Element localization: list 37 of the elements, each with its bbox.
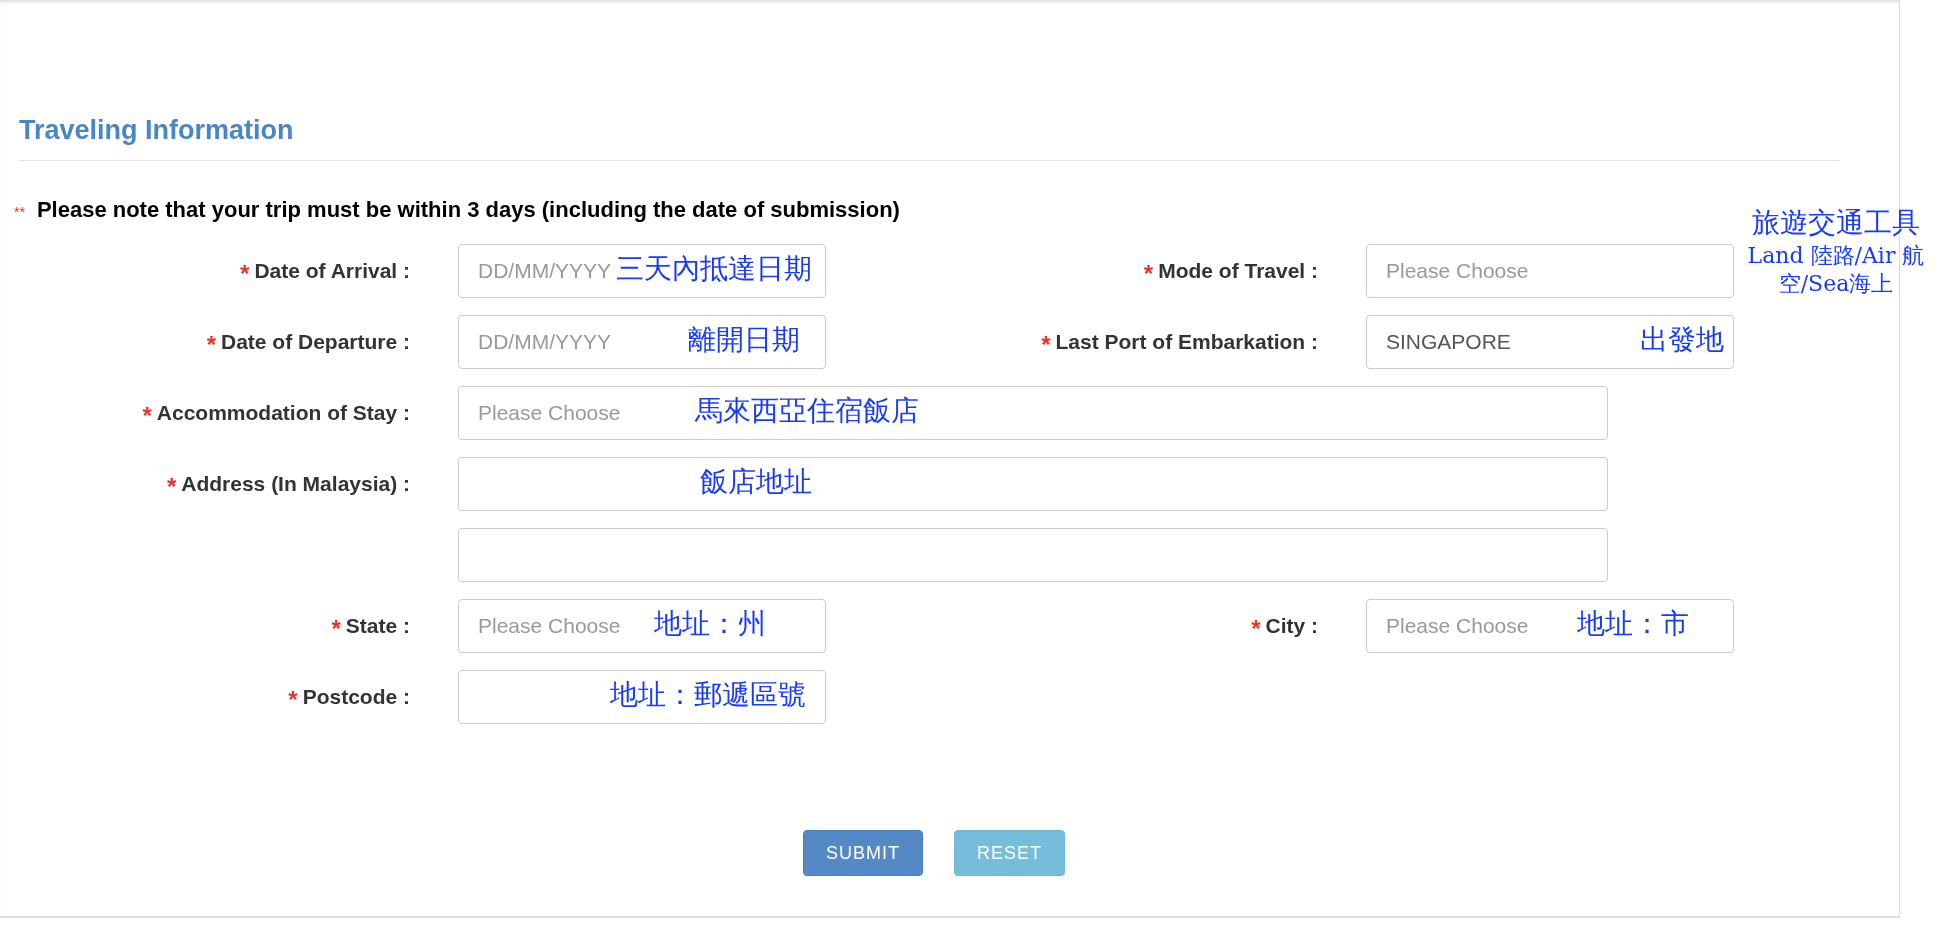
field-label: Date of Arrival : (254, 259, 410, 283)
field-label: City : (1265, 614, 1318, 638)
field-label: State : (345, 614, 410, 638)
field-label: Address (In Malaysia) : (181, 472, 410, 496)
required-marker: * (142, 401, 152, 428)
annotation-text: 離開日期 (688, 322, 800, 358)
section-title: Traveling Information (19, 114, 295, 147)
required-marker: * (1251, 614, 1261, 641)
field-label: Accommodation of Stay : (156, 401, 410, 425)
annotation-text: 馬來西亞住宿飯店 (695, 393, 919, 429)
input-field[interactable] (458, 670, 826, 724)
required-marker: * (288, 685, 298, 712)
annotation-text: 出發地 (1640, 322, 1724, 358)
input-field[interactable]: Please Choose (1366, 244, 1734, 298)
annotation-text: 地址：州 (654, 606, 766, 642)
annotation-text: 三天內抵達日期 (616, 251, 812, 287)
submit-button[interactable]: SUBMIT (803, 830, 923, 876)
required-marker: * (240, 259, 250, 286)
required-marker: * (206, 330, 216, 357)
field-label: Date of Departure : (220, 330, 410, 354)
required-marker: * (1143, 259, 1154, 286)
reset-button[interactable]: RESET (954, 830, 1065, 876)
note-text: Please note that your trip must be within 3 days (including the date of submission) (36, 197, 900, 223)
field-label: Mode of Travel : (1158, 259, 1318, 283)
field-label: Postcode : (302, 685, 410, 709)
input-field[interactable] (458, 528, 1608, 582)
input-field[interactable] (458, 457, 1608, 511)
annotation-text: 地址：郵遞區號 (610, 677, 806, 713)
required-marker: * (1041, 330, 1051, 357)
annotation-text: Land 陸路/Air 航空/Sea海上 (1746, 242, 1926, 298)
annotation-text: 飯店地址 (700, 464, 812, 500)
field-label: Last Port of Embarkation : (1055, 330, 1318, 354)
required-marker: * (166, 472, 177, 499)
annotation-text: 旅遊交通工具 (1752, 205, 1920, 241)
note-marker: ** (14, 204, 25, 220)
required-marker: * (331, 614, 341, 641)
annotation-text: 地址：市 (1577, 606, 1689, 642)
